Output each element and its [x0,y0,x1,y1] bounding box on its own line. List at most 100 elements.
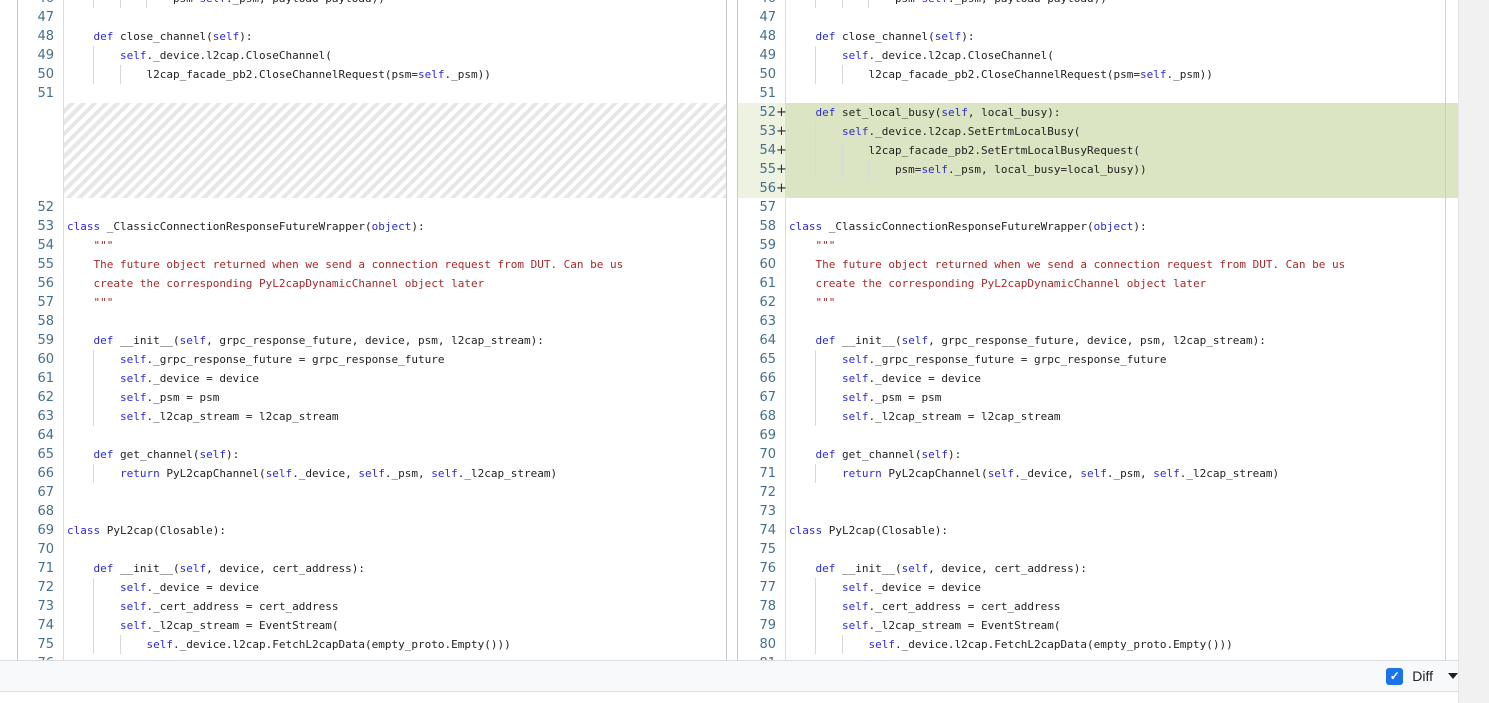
line-number[interactable]: 66 [759,369,776,388]
line-number[interactable]: 77 [759,578,776,597]
line-number[interactable]: 64 [37,426,54,445]
line-number[interactable]: 61 [759,274,776,293]
line-number[interactable]: 62 [759,293,776,312]
code-text: self._device = device [64,369,726,388]
code-text [64,84,726,103]
line-number[interactable]: 51 [37,84,54,103]
line-number[interactable]: 47 [37,8,54,27]
line-number[interactable]: 47 [759,8,776,27]
line-number[interactable]: 67 [37,483,54,502]
line-gutter: 46 [738,0,786,8]
line-number[interactable]: 66 [37,464,54,483]
line-number[interactable]: 68 [37,502,54,521]
line-number[interactable]: 69 [759,426,776,445]
line-number[interactable]: 62 [37,388,54,407]
code-text: psm=self._psm, payload=payload)) [786,0,1444,8]
line-number[interactable]: 48 [759,27,776,46]
code-text: """ [786,293,1444,312]
line-gutter: 51 [738,84,786,103]
line-number[interactable]: 65 [37,445,54,464]
missing-lines-hatch [64,103,726,198]
line-number[interactable]: 69 [37,521,54,540]
line-gutter: 49 [738,46,786,65]
line-number[interactable]: 70 [37,540,54,559]
line-number[interactable]: 72 [37,578,54,597]
line-number[interactable]: 59 [37,331,54,350]
line-number[interactable]: 54 [37,236,54,255]
line-number[interactable]: 53 [759,122,776,141]
line-gutter: 73 [738,502,786,521]
line-number[interactable]: 72 [759,483,776,502]
right-pane-lines: 46 psm=self._psm, payload=payload)) 4748 … [738,0,1458,660]
line-number[interactable]: 60 [759,255,776,274]
line-number[interactable]: 56 [759,179,776,198]
code-line: 75 [738,540,1458,559]
line-number[interactable]: 68 [759,407,776,426]
line-number[interactable]: 75 [759,540,776,559]
line-number[interactable]: 57 [759,198,776,217]
code-line: 49 self._device.l2cap.CloseChannel( [18,46,726,65]
line-number[interactable]: 63 [759,312,776,331]
line-number[interactable]: 63 [37,407,54,426]
code-line-pad [1444,502,1458,521]
missing-lines-row [18,103,726,198]
code-line: 66 self._device = device [738,369,1458,388]
line-number[interactable]: 65 [759,350,776,369]
line-number[interactable]: 67 [759,388,776,407]
line-number[interactable]: 61 [37,369,54,388]
line-number[interactable]: 80 [759,635,776,654]
code-line-pad [1444,616,1458,635]
line-number[interactable]: 78 [759,597,776,616]
line-number[interactable]: 52 [37,198,54,217]
line-gutter: 70 [18,540,64,559]
line-number[interactable]: 56 [37,274,54,293]
code-line-pad [1444,331,1458,350]
line-number[interactable]: 53 [37,217,54,236]
line-number[interactable]: 60 [37,350,54,369]
line-number[interactable]: 70 [759,445,776,464]
line-number[interactable]: 55 [37,255,54,274]
line-gutter: 65 [18,445,64,464]
diff-label: Diff [1412,668,1433,684]
line-number[interactable]: 52 [759,103,776,122]
line-number[interactable]: 74 [759,521,776,540]
line-number[interactable]: 73 [37,597,54,616]
line-gutter: 54 [18,236,64,255]
line-number[interactable]: 71 [37,559,54,578]
line-number[interactable]: 54 [759,141,776,160]
code-line-pad [1444,521,1458,540]
line-number[interactable]: 49 [37,46,54,65]
code-line: 48 def close_channel(self): [738,27,1458,46]
code-text [786,426,1444,445]
line-number[interactable]: 75 [37,635,54,654]
line-number[interactable]: 51 [759,84,776,103]
line-number[interactable]: 76 [759,559,776,578]
line-number[interactable]: 71 [759,464,776,483]
line-number[interactable]: 49 [759,46,776,65]
code-line: 56 create the corresponding PyL2capDynam… [18,274,726,293]
code-text: class _ClassicConnectionResponseFutureWr… [64,217,726,236]
code-line: 70 [18,540,726,559]
line-number[interactable]: 50 [37,65,54,84]
code-line: 57 """ [18,293,726,312]
line-number[interactable]: 46 [37,0,54,8]
line-number[interactable]: 58 [37,312,54,331]
code-text: self._l2cap_stream = EventStream( [64,616,726,635]
line-number[interactable]: 46 [759,0,776,8]
line-number[interactable]: 57 [37,293,54,312]
line-number[interactable]: 58 [759,217,776,236]
code-line: 60 The future object returned when we se… [738,255,1458,274]
line-number[interactable]: 50 [759,65,776,84]
diff-checkbox[interactable]: ✓ [1386,668,1403,685]
added-line-marker: + [776,179,785,198]
dropdown-caret-icon[interactable] [1448,673,1458,679]
column-ruler [1445,0,1446,660]
line-number[interactable]: 48 [37,27,54,46]
line-number[interactable]: 74 [37,616,54,635]
line-number[interactable]: 64 [759,331,776,350]
line-number[interactable]: 73 [759,502,776,521]
line-number[interactable]: 55 [759,160,776,179]
scrollbar-track[interactable] [1458,0,1489,703]
line-number[interactable]: 59 [759,236,776,255]
line-number[interactable]: 79 [759,616,776,635]
